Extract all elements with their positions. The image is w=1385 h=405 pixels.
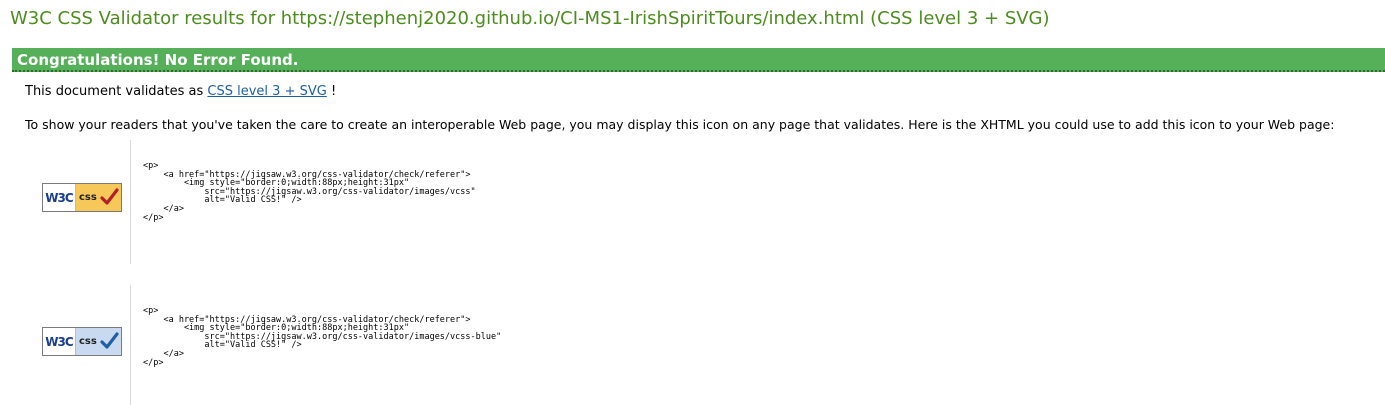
valid-css-badge-blue[interactable]: W3C css — [42, 327, 122, 356]
badge-html-snippet: <p> <a href="https://jigsaw.w3.org/css-v… — [143, 306, 502, 368]
css-badge-label: css — [79, 336, 97, 347]
badge-html-snippet: <p> <a href="https://jigsaw.w3.org/css-v… — [143, 161, 476, 223]
checkmark-icon — [100, 188, 119, 205]
page-title: W3C CSS Validator results for https://st… — [10, 8, 1050, 29]
checkmark-icon — [100, 332, 119, 349]
css-badge-label-wrap: css — [76, 328, 121, 355]
badge-row-blue: W3C css <p> <a href="https://jigsaw.w3.o… — [0, 285, 1385, 405]
validation-suffix: ! — [326, 84, 337, 99]
validation-prefix: This document validates as — [25, 84, 208, 99]
w3c-logo-text: W3C — [43, 328, 76, 355]
css-badge-label-wrap: css — [76, 184, 121, 211]
success-banner: Congratulations! No Error Found. — [12, 48, 1385, 72]
w3c-logo-text: W3C — [43, 184, 76, 211]
valid-css-badge-gold[interactable]: W3C css — [42, 183, 122, 212]
badge-instructions: To show your readers that you've taken t… — [25, 117, 1335, 132]
code-divider — [130, 140, 131, 264]
css-level-link[interactable]: CSS level 3 + SVG — [207, 84, 326, 99]
validation-statement: This document validates as CSS level 3 +… — [25, 84, 336, 99]
css-badge-label: css — [79, 192, 97, 203]
code-divider — [130, 285, 131, 405]
badge-row-gold: W3C css <p> <a href="https://jigsaw.w3.o… — [0, 140, 1385, 264]
success-message: Congratulations! No Error Found. — [17, 51, 299, 69]
